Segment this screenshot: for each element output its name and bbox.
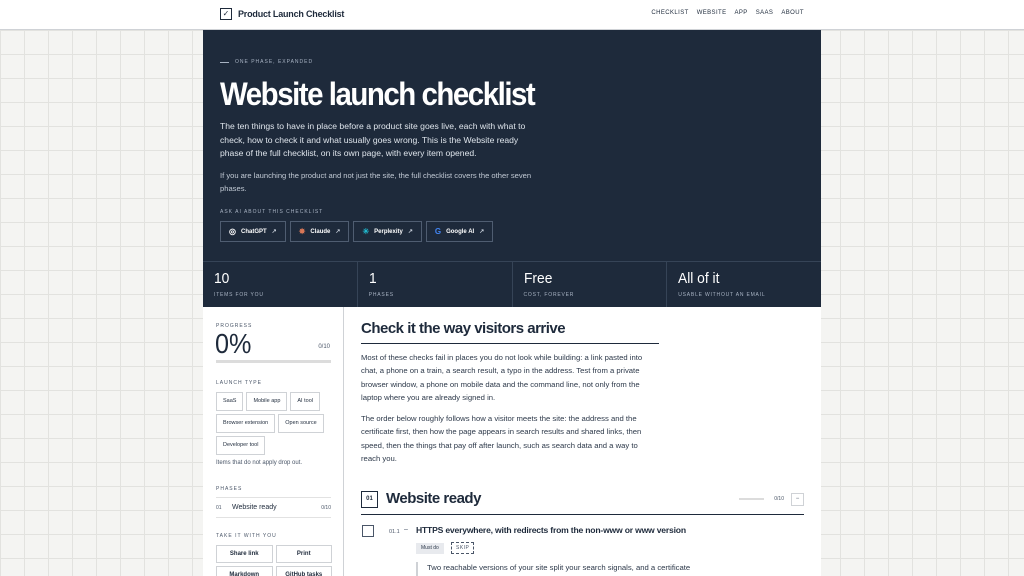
ask-perplexity-button[interactable]: ✳ Perplexity ↗ (353, 221, 422, 242)
stat-value: Free (523, 270, 552, 287)
stat-value: All of it (678, 270, 720, 287)
item-description: Two reachable versions of your site spli… (416, 562, 716, 576)
take-it-buttons: Share link Print Markdown GitHub tasks (216, 545, 332, 576)
stat-usable: All of it USABLE WITHOUT AN EMAIL (667, 262, 821, 307)
perplexity-icon: ✳ (362, 226, 370, 236)
nav-saas[interactable]: SAAS (756, 10, 774, 16)
nav-website[interactable]: WEBSITE (697, 10, 727, 16)
stat-value: 10 (214, 270, 230, 287)
eyebrow-rule (220, 61, 229, 63)
external-link-icon: ↗ (407, 229, 413, 235)
progress-bar (216, 360, 331, 363)
item-checkbox[interactable] (362, 525, 374, 537)
ai-button-label: Google AI (446, 228, 475, 235)
external-link-icon: ↗ (479, 229, 485, 235)
hero: ONE PHASE, EXPANDED Website launch check… (203, 30, 821, 261)
stat-label: ITEMS FOR YOU (214, 292, 264, 298)
chip-mobile-app[interactable]: Mobile app (246, 392, 288, 411)
checkbox-logo-icon: ✓ (220, 8, 232, 20)
section-title: Check it the way visitors arrive (361, 320, 659, 344)
stat-label: PHASES (368, 292, 394, 298)
phase-count: 0/10 (774, 496, 784, 502)
eyebrow: ONE PHASE, EXPANDED (220, 59, 313, 65)
ask-chatgpt-button[interactable]: ◎ ChatGPT ↗ (220, 221, 286, 242)
progress-percent: 0% (215, 328, 252, 359)
intro-paragraph-1: Most of these checks fail in places you … (361, 353, 643, 403)
item-number: 01.1 (389, 529, 400, 535)
print-button[interactable]: Print (275, 545, 332, 563)
launch-type-chips: SaaS Mobile app AI tool Browser extensio… (216, 392, 336, 455)
eyebrow-text: ONE PHASE, EXPANDED (235, 59, 314, 65)
nav-about[interactable]: ABOUT (781, 10, 804, 16)
ask-ai-label: ASK AI ABOUT THIS CHECKLIST (220, 209, 324, 215)
phase-number-badge: 01 (361, 491, 378, 508)
nav-app[interactable]: APP (735, 10, 748, 16)
ask-google-ai-button[interactable]: G Google AI ↗ (425, 221, 494, 242)
progress-count: 0/10 (318, 344, 330, 350)
take-it-label: TAKE IT WITH YOU (216, 533, 277, 539)
hero-sub: If you are launching the product and not… (220, 171, 532, 193)
claude-icon: ✸ (298, 226, 306, 236)
chip-ai-tool[interactable]: AI tool (290, 392, 320, 411)
page-title: Website launch checklist (220, 76, 536, 112)
stat-value: 1 (368, 270, 377, 287)
phase-link-website-ready[interactable]: 01 Website ready 0/10 (216, 497, 331, 518)
phases-label: PHASES (216, 486, 243, 492)
nav-checklist[interactable]: CHECKLIST (651, 10, 688, 16)
stat-items: 10 ITEMS FOR YOU (203, 262, 358, 307)
phase-title: Website ready (386, 490, 481, 507)
chip-developer-tool[interactable]: Developer tool (216, 436, 266, 455)
must-do-badge: Must do (416, 543, 444, 554)
phase-progress-bar (739, 498, 764, 500)
main-nav: CHECKLIST WEBSITE APP SAAS ABOUT (651, 10, 804, 16)
external-link-icon: ↗ (335, 229, 341, 235)
stats-strip: 10 ITEMS FOR YOU 1 PHASES Free COST, FOR… (203, 261, 821, 307)
item-title[interactable]: HTTPS everywhere, with redirects from th… (416, 525, 686, 535)
main-content: Check it the way visitors arrive Most of… (344, 307, 821, 576)
chip-saas[interactable]: SaaS (216, 392, 244, 411)
share-link-button[interactable]: Share link (216, 545, 273, 563)
brand[interactable]: ✓ Product Launch Checklist (220, 8, 344, 20)
google-icon: G (434, 226, 442, 236)
launch-type-label: LAUNCH TYPE (216, 380, 262, 386)
stat-label: COST, FOREVER (523, 292, 575, 298)
site-title: Product Launch Checklist (238, 9, 345, 19)
ai-button-label: Claude (310, 228, 331, 235)
ai-button-label: Perplexity (374, 228, 403, 235)
hero-lead: The ten things to have in place before a… (220, 121, 526, 159)
chatgpt-icon: ◎ (229, 226, 236, 236)
chip-open-source[interactable]: Open source (278, 414, 324, 433)
chip-browser-extension[interactable]: Browser extension (216, 414, 276, 433)
stat-phases: 1 PHASES (358, 262, 513, 307)
stat-label: USABLE WITHOUT AN EMAIL (678, 292, 766, 298)
intro-paragraph-2: The order below roughly follows how a vi… (361, 414, 642, 464)
top-bar: ✓ Product Launch Checklist CHECKLIST WEB… (0, 0, 1024, 30)
item-dash: – (404, 526, 408, 533)
external-link-icon: ↗ (271, 229, 277, 235)
skip-button[interactable]: SKIP (451, 542, 475, 554)
phase-count: 0/10 (321, 504, 331, 511)
phase-header: 01 Website ready 0/10 − (361, 490, 804, 515)
ask-claude-button[interactable]: ✸ Claude ↗ (289, 221, 350, 242)
sidebar: PROGRESS 0% 0/10 LAUNCH TYPE SaaS Mobile… (203, 307, 344, 576)
stat-cost: Free COST, FOREVER (513, 262, 668, 307)
phase-number: 01 (216, 504, 222, 511)
github-tasks-button[interactable]: GitHub tasks (275, 566, 332, 576)
collapse-phase-button[interactable]: − (791, 493, 804, 506)
ai-button-label: ChatGPT (240, 228, 267, 235)
phase-name: Website ready (232, 504, 277, 511)
markdown-button[interactable]: Markdown (216, 566, 273, 576)
launch-type-note: Items that do not apply drop out. (216, 460, 303, 466)
ask-ai-buttons: ◎ ChatGPT ↗ ✸ Claude ↗ ✳ Perplexity ↗ G … (220, 221, 494, 242)
